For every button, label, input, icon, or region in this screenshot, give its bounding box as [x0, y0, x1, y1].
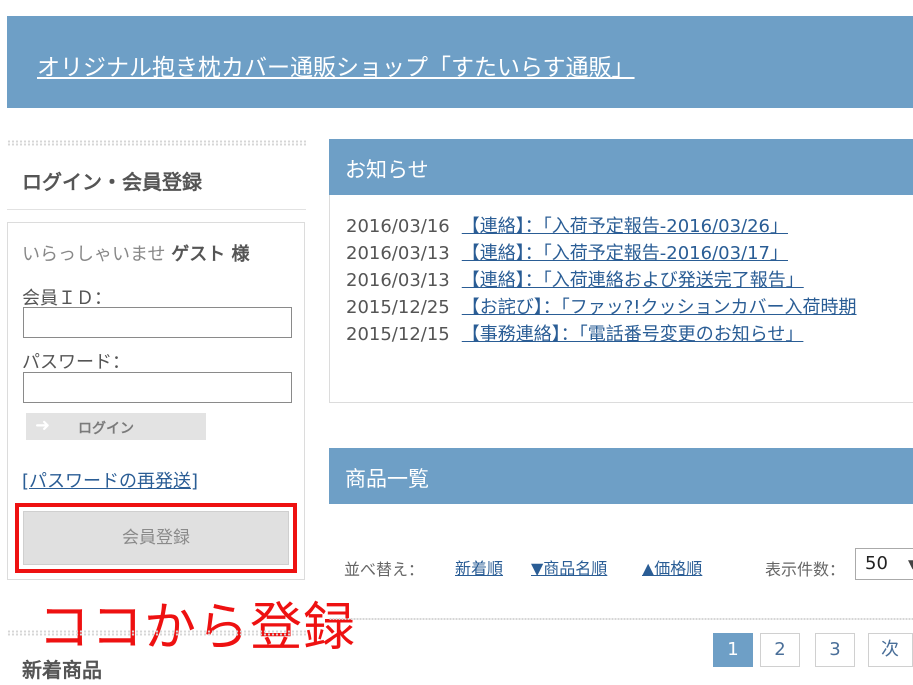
products-heading: 商品一覧: [345, 467, 429, 491]
news-date: 2016/03/13: [346, 270, 450, 291]
sidebar-divider-dots: [7, 140, 306, 146]
member-id-input[interactable]: [23, 307, 292, 338]
news-heading: お知らせ: [345, 158, 429, 182]
news-title-link[interactable]: 【お詫び】：「ファッ?!クッションカバー入荷時期: [462, 297, 857, 318]
news-title-link[interactable]: 【事務連絡】：「電話番号変更のお知らせ」: [462, 324, 804, 345]
greeting-prefix: いらっしゃいませ: [22, 244, 166, 265]
register-button[interactable]: 会員登録: [23, 511, 289, 565]
greeting-user: ゲスト 様: [171, 244, 250, 265]
per-page-select[interactable]: 50 ▼: [855, 548, 913, 580]
sort-name-link[interactable]: ▼商品名順: [531, 555, 607, 579]
greeting: いらっしゃいませ ゲスト 様: [22, 240, 249, 266]
news-section-header: お知らせ: [329, 139, 913, 195]
site-header: オリジナル抱き枕カバー通販ショップ「すたいらす通販」: [7, 16, 913, 108]
chevron-down-icon: ▼: [908, 557, 913, 571]
per-page-value: 50: [865, 553, 888, 574]
news-title-link[interactable]: 【連絡】：「入荷予定報告-2016/03/26」: [462, 216, 788, 237]
resend-password-link[interactable]: [パスワードの再発送]: [22, 467, 198, 493]
news-date: 2015/12/25: [346, 297, 450, 318]
news-date: 2016/03/16: [346, 216, 450, 237]
news-item: 2016/03/16 【連絡】：「入荷予定報告-2016/03/26」: [346, 212, 788, 239]
news-title-link[interactable]: 【連絡】：「入荷連絡および発送完了報告」: [462, 270, 804, 291]
login-button[interactable]: ➜ ログイン: [26, 413, 206, 440]
arrow-right-icon: ➜: [35, 415, 51, 436]
login-button-label: ログイン: [78, 421, 134, 437]
page-1-button[interactable]: 1: [713, 633, 753, 667]
next-page-button[interactable]: 次へ: [868, 633, 913, 667]
password-label: パスワード：: [22, 352, 130, 373]
products-section-header: 商品一覧: [329, 448, 913, 504]
news-item: 2016/03/13 【連絡】：「入荷予定報告-2016/03/17」: [346, 239, 788, 266]
sidebar-rule: [7, 209, 306, 210]
annotation-text: ココから登録: [38, 598, 357, 658]
news-title-link[interactable]: 【連絡】：「入荷予定報告-2016/03/17」: [462, 243, 788, 264]
sort-label: 並べ替え：: [344, 560, 425, 579]
news-date: 2016/03/13: [346, 243, 450, 264]
per-page-label: 表示件数：: [765, 560, 846, 579]
products-divider-dots: [329, 618, 913, 620]
news-item: 2015/12/15 【事務連絡】：「電話番号変更のお知らせ」: [346, 320, 803, 347]
password-input[interactable]: [23, 372, 292, 403]
sort-price-link[interactable]: ▲価格順: [642, 555, 702, 579]
page-2-button[interactable]: 2: [760, 633, 800, 667]
news-item: 2015/12/25 【お詫び】：「ファッ?!クッションカバー入荷時期: [346, 293, 857, 320]
site-title-link[interactable]: オリジナル抱き枕カバー通販ショップ「すたいらす通販」: [37, 48, 635, 82]
news-list: 2016/03/16 【連絡】：「入荷予定報告-2016/03/26」 2016/…: [329, 195, 913, 403]
sort-newest-link[interactable]: 新着順: [455, 555, 503, 579]
page-3-button[interactable]: 3: [815, 633, 855, 667]
login-heading: ログイン・会員登録: [22, 170, 202, 194]
news-item: 2016/03/13 【連絡】：「入荷連絡および発送完了報告」: [346, 266, 804, 293]
new-products-heading: 新着商品: [22, 658, 102, 682]
news-date: 2015/12/15: [346, 324, 450, 345]
sidebar-divider-dots-2: [7, 630, 306, 636]
